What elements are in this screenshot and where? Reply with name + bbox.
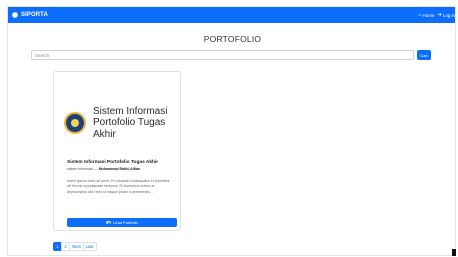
view-portfolio-label: Lihat Portfolio: [113, 220, 138, 225]
browser-viewport: SIPORTA ⌂ Home ➜ Log in PORTOFOLIO Cari …: [7, 6, 456, 256]
brand-name: SIPORTA: [21, 12, 48, 18]
cover-title-line: Sistem Informasi: [93, 105, 168, 117]
nav-login-label: Log in: [442, 12, 455, 18]
login-icon: ➜: [437, 11, 442, 18]
nav-links: ⌂ Home ➜ Log in: [418, 7, 455, 23]
university-seal-icon: [64, 112, 86, 134]
view-portfolio-button[interactable]: Lihat Portfolio: [67, 218, 177, 227]
search-input[interactable]: [31, 50, 414, 60]
search-bar: Cari: [31, 50, 431, 60]
scrollbar-handle[interactable]: [452, 249, 456, 256]
cover-title-line: Akhir: [93, 128, 116, 140]
card-description: lorem ipsum dolor sit amet. Et voluptati…: [67, 179, 170, 194]
card-category: sistem informasi: [67, 167, 93, 171]
card-author: Muhammad Rakhi Alfian: [98, 167, 141, 171]
portfolio-card: Sistem Informasi Portofolio Tugas Akhir …: [53, 71, 181, 231]
page-link-last[interactable]: Last: [82, 242, 97, 251]
page-link-next[interactable]: Next: [69, 242, 84, 251]
home-icon: ⌂: [418, 11, 422, 18]
card-title: Sistem Informasi Portofolio Tugas Akhir: [67, 160, 159, 165]
nav-login-link[interactable]: ➜ Log in: [437, 11, 455, 18]
card-cover-image: Sistem Informasi Portofolio Tugas Akhir: [60, 87, 176, 159]
cover-title-line: Portofolio Tugas: [93, 117, 166, 129]
nav-home-label: Home: [422, 12, 435, 18]
eye-icon: [106, 221, 112, 224]
page-title: PORTOFOLIO: [203, 34, 262, 44]
nav-home-link[interactable]: ⌂ Home: [418, 11, 435, 18]
card-meta: sistem informasi — Muhammad Rakhi Alfian: [67, 167, 175, 171]
search-button[interactable]: Cari: [417, 50, 431, 60]
brand[interactable]: SIPORTA: [12, 12, 48, 18]
pagination: 1 2 Next Last: [53, 242, 97, 251]
navbar: SIPORTA ⌂ Home ➜ Log in: [8, 7, 455, 23]
brand-logo-icon: [12, 12, 18, 18]
cover-title: Sistem Informasi Portofolio Tugas Akhir: [93, 106, 167, 141]
